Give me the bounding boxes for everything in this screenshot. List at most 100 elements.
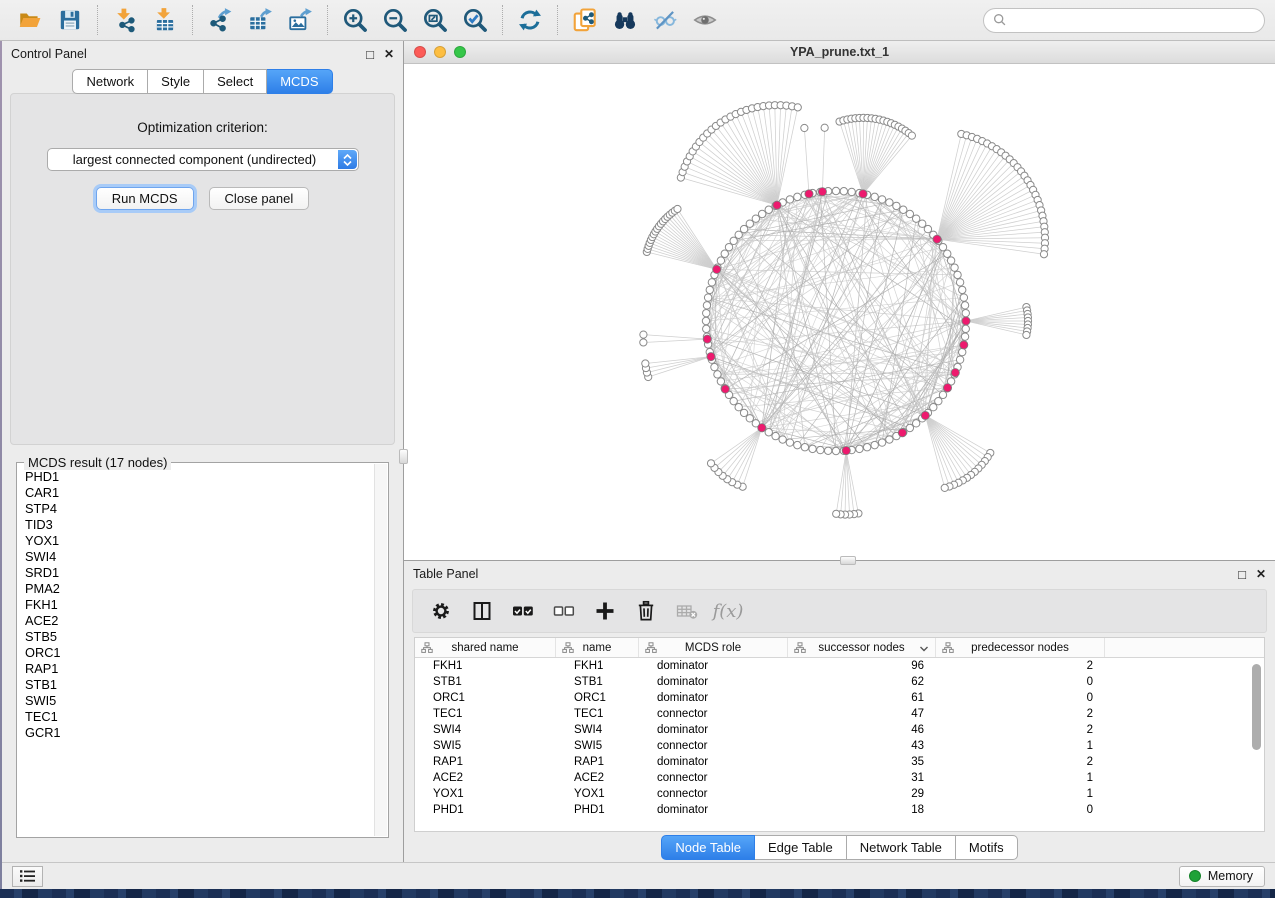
zoom-selected-button[interactable] [455,3,495,37]
tab-network-table[interactable]: Network Table [847,835,956,860]
table-row[interactable]: STB1STB1dominator620 [415,674,1264,690]
cell-predecessor-nodes[interactable]: 1 [936,772,1105,784]
ring-node[interactable] [809,445,816,452]
cell-predecessor-nodes[interactable]: 2 [936,756,1105,768]
cell-shared-name[interactable]: RAP1 [415,756,556,768]
table-row[interactable]: PHD1PHD1dominator180 [415,802,1264,818]
ring-node[interactable] [817,446,824,453]
export-table-button[interactable] [240,3,280,37]
mcds-result-item[interactable]: STP4 [25,501,373,517]
ring-node[interactable] [717,378,724,385]
ring-node[interactable] [878,196,885,203]
leaf-node[interactable] [794,104,801,111]
run-mcds-button[interactable]: Run MCDS [96,187,194,210]
refresh-button[interactable] [510,3,550,37]
control-panel-float-button[interactable]: □ [366,48,374,61]
cell-successor-nodes[interactable]: 18 [788,804,936,816]
cell-name[interactable]: SWI5 [556,740,639,752]
cell-MCDS-role[interactable]: dominator [639,692,788,704]
ring-node[interactable] [752,215,759,222]
mcds-hub-node[interactable] [898,429,906,437]
ring-node[interactable] [735,404,742,411]
ring-node[interactable] [746,220,753,227]
mcds-hub-node[interactable] [818,188,826,196]
cell-name[interactable]: ORC1 [556,692,639,704]
ring-node[interactable] [824,447,831,454]
ring-node[interactable] [906,210,913,217]
leaf-node[interactable] [640,331,647,338]
cell-shared-name[interactable]: SWI5 [415,740,556,752]
ring-node[interactable] [935,397,942,404]
zoom-fit-button[interactable] [415,3,455,37]
cell-name[interactable]: TEC1 [556,708,639,720]
ring-node[interactable] [956,356,963,363]
table-row[interactable]: ACE2ACE2connector311 [415,770,1264,786]
zoom-out-button[interactable] [375,3,415,37]
sort-descending-icon[interactable] [919,644,929,656]
ring-node[interactable] [706,286,713,293]
cell-successor-nodes[interactable]: 35 [788,756,936,768]
cell-MCDS-role[interactable]: dominator [639,676,788,688]
ring-node[interactable] [939,391,946,398]
leaf-node[interactable] [833,510,840,517]
leaf-node[interactable] [1023,331,1030,338]
mcds-hub-node[interactable] [859,190,867,198]
ring-node[interactable] [900,206,907,213]
mcds-hub-node[interactable] [773,201,781,209]
ring-node[interactable] [703,309,710,316]
leaf-node[interactable] [801,124,808,131]
maximize-traffic-icon[interactable] [454,46,466,58]
ring-node[interactable] [863,444,870,451]
cell-successor-nodes[interactable]: 61 [788,692,936,704]
ring-node[interactable] [956,279,963,286]
search-input[interactable] [983,8,1265,33]
ring-node[interactable] [962,325,969,332]
cell-predecessor-nodes[interactable]: 2 [936,724,1105,736]
cell-name[interactable]: PHD1 [556,804,639,816]
mcds-result-item[interactable]: SWI4 [25,549,373,565]
cell-predecessor-nodes[interactable]: 1 [936,740,1105,752]
ring-node[interactable] [959,286,966,293]
mcds-result-item[interactable]: ORC1 [25,645,373,661]
cell-predecessor-nodes[interactable]: 2 [936,660,1105,672]
cell-MCDS-role[interactable]: dominator [639,660,788,672]
column-header-shared-name[interactable]: shared name [415,638,556,657]
mcds-hub-node[interactable] [943,384,951,392]
tab-node-table[interactable]: Node Table [661,835,755,860]
cell-predecessor-nodes[interactable]: 0 [936,676,1105,688]
cell-shared-name[interactable]: YOX1 [415,788,556,800]
ring-node[interactable] [878,439,885,446]
ring-node[interactable] [912,215,919,222]
mcds-result-item[interactable]: STB1 [25,677,373,693]
ring-node[interactable] [794,441,801,448]
ring-node[interactable] [786,196,793,203]
save-session-button[interactable] [50,3,90,37]
cell-MCDS-role[interactable]: connector [639,772,788,784]
cell-shared-name[interactable]: FKH1 [415,660,556,672]
ring-node[interactable] [848,188,855,195]
mcds-result-item[interactable]: RAP1 [25,661,373,677]
ring-node[interactable] [840,188,847,195]
ring-node[interactable] [832,187,839,194]
column-settings-button[interactable] [425,595,457,627]
import-network-button[interactable] [105,3,145,37]
ring-node[interactable] [954,271,961,278]
cell-name[interactable]: FKH1 [556,660,639,672]
ring-node[interactable] [730,397,737,404]
deselect-all-button[interactable] [548,595,580,627]
ring-node[interactable] [730,237,737,244]
table-row[interactable]: SWI5SWI5connector431 [415,738,1264,754]
delete-column-button[interactable] [630,595,662,627]
ring-node[interactable] [871,193,878,200]
mcds-result-item[interactable]: SRD1 [25,565,373,581]
mcds-hub-node[interactable] [758,424,766,432]
open-file-button[interactable] [10,3,50,37]
column-header-predecessor-nodes[interactable]: predecessor nodes [936,638,1105,657]
mcds-list-scrollbar[interactable] [374,464,387,836]
cell-predecessor-nodes[interactable]: 0 [936,804,1105,816]
ring-node[interactable] [962,309,969,316]
cell-MCDS-role[interactable]: connector [639,708,788,720]
cell-successor-nodes[interactable]: 47 [788,708,936,720]
ring-node[interactable] [906,424,913,431]
memory-button[interactable]: Memory [1179,866,1265,887]
